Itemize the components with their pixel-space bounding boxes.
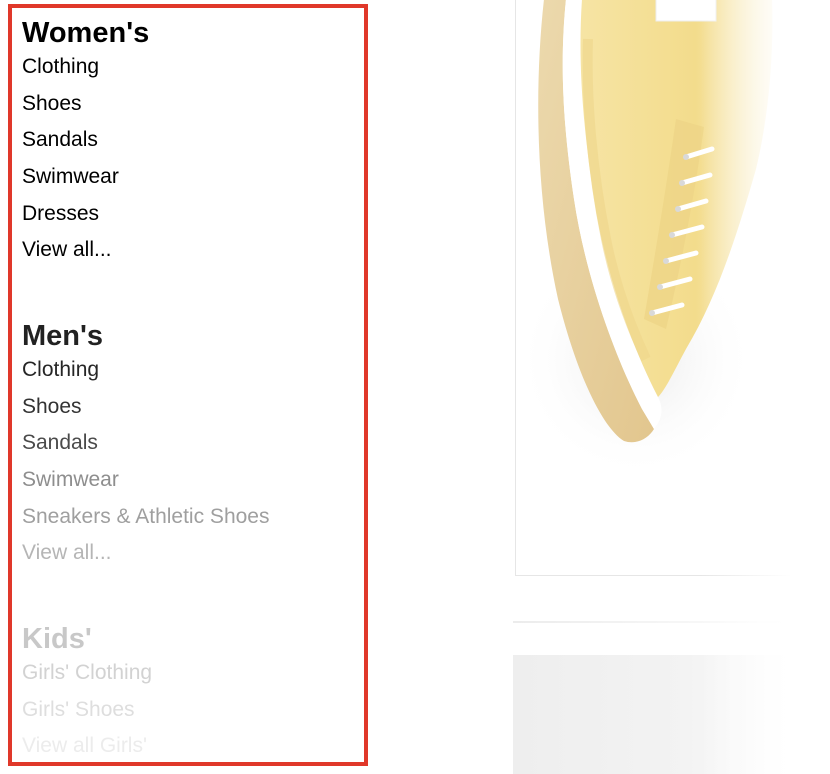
kids-heading[interactable]: Kids' (22, 623, 152, 655)
women-link-clothing[interactable]: Clothing (22, 49, 149, 86)
kids-links: Girls' Clothing Girls' Shoes View all Gi… (22, 655, 152, 762)
women-link-sandals[interactable]: Sandals (22, 122, 149, 159)
mens-section: Men's Clothing Shoes Sandals Swimwear Sn… (22, 320, 269, 572)
mens-link-view-all[interactable]: View all... (22, 535, 269, 572)
women-link-view-all[interactable]: View all... (22, 232, 149, 269)
category-nav-panel: Women's Clothing Shoes Sandals Swimwear … (8, 4, 368, 766)
women-links: Clothing Shoes Sandals Swimwear Dresses … (22, 49, 149, 269)
product-card[interactable] (515, 0, 830, 576)
women-link-dresses[interactable]: Dresses (22, 196, 149, 233)
mens-link-clothing[interactable]: Clothing (22, 352, 269, 389)
kids-link-girls-clothing[interactable]: Girls' Clothing (22, 655, 152, 692)
mens-heading[interactable]: Men's (22, 320, 269, 352)
shoe-image (516, 0, 773, 479)
page: Women's Clothing Shoes Sandals Swimwear … (0, 0, 830, 774)
women-heading[interactable]: Women's (22, 17, 149, 49)
mens-link-swimwear[interactable]: Swimwear (22, 462, 269, 499)
mens-link-shoes[interactable]: Shoes (22, 389, 269, 426)
promo-placeholder (513, 655, 830, 774)
women-section: Women's Clothing Shoes Sandals Swimwear … (22, 17, 149, 269)
kids-link-view-all-girls[interactable]: View all Girls' (22, 728, 152, 762)
kids-link-girls-shoes[interactable]: Girls' Shoes (22, 692, 152, 729)
women-link-swimwear[interactable]: Swimwear (22, 159, 149, 196)
mens-link-sneakers[interactable]: Sneakers & Athletic Shoes (22, 499, 269, 536)
kids-section: Kids' Girls' Clothing Girls' Shoes View … (22, 623, 152, 762)
women-link-shoes[interactable]: Shoes (22, 86, 149, 123)
mens-link-sandals[interactable]: Sandals (22, 425, 269, 462)
section-divider (513, 621, 830, 623)
mens-links: Clothing Shoes Sandals Swimwear Sneakers… (22, 352, 269, 572)
